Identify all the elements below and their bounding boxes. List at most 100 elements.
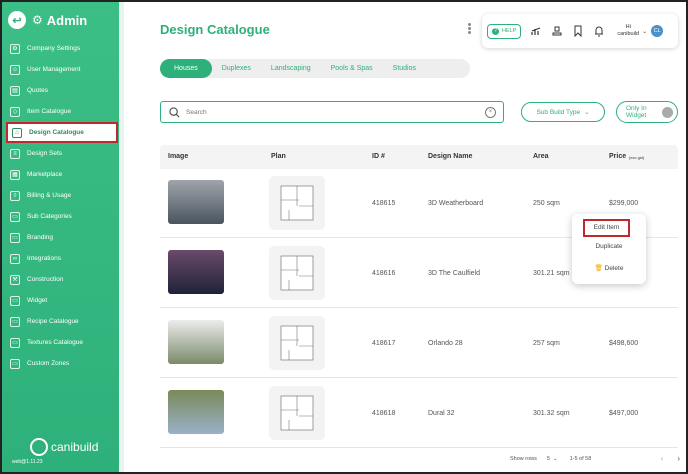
more-options-icon[interactable] — [466, 22, 472, 38]
sidebar-item-branding[interactable]: ▭ Branding — [2, 227, 122, 248]
tab-landscaping[interactable]: Landscaping — [261, 59, 321, 78]
sidebar-item-label: Integrations — [27, 255, 61, 262]
sidebar-item-label: Marketplace — [27, 171, 63, 178]
delete-button[interactable]: 🗑 Delete — [572, 264, 646, 272]
sidebar-item-integrations[interactable]: ∞ Integrations — [2, 248, 122, 269]
design-image[interactable] — [168, 250, 224, 294]
tab-houses[interactable]: Houses — [160, 59, 212, 78]
sidebar-item-user-management[interactable]: ☺ User Management — [2, 59, 122, 80]
floor-plan-image[interactable] — [269, 246, 325, 300]
floor-plan-image[interactable] — [269, 386, 325, 440]
floor-plan-image[interactable] — [269, 316, 325, 370]
users-icon: ☺ — [10, 64, 20, 75]
table-row[interactable]: 418618 Dural 32 301.32 sqm $497,000 — [160, 380, 678, 448]
folder-icon: ▭ — [10, 337, 20, 348]
tab-pools-spas[interactable]: Pools & Spas — [321, 59, 383, 78]
sidebar-item-recipe-catalogue[interactable]: ▭ Recipe Catalogue — [2, 311, 122, 332]
rows-per-page-select[interactable]: 5 — [547, 456, 550, 462]
row-context-menu: Edit Item Duplicate 🗑 Delete — [572, 214, 646, 284]
design-id: 418616 — [372, 270, 396, 277]
chevron-down-icon[interactable]: ⌄ — [553, 456, 558, 462]
design-image[interactable] — [168, 180, 224, 224]
sidebar-item-label: Company Settings — [27, 45, 81, 52]
search-input[interactable] — [186, 108, 476, 116]
sidebar-item-item-catalogue[interactable]: ◇ Item Catalogue — [2, 101, 122, 122]
design-area: 257 sqm — [533, 340, 560, 347]
sub-build-type-dropdown[interactable]: Sub Build Type ⌄ — [521, 102, 605, 122]
top-toolbar: ? HELP Hi canibuild ⌄ CL — [482, 14, 678, 48]
sidebar-item-construction[interactable]: ⚒ Construction — [2, 269, 122, 290]
sidebar-item-label: Item Catalogue — [27, 108, 72, 115]
sidebar-item-label: Custom Zones — [27, 360, 70, 367]
tab-duplexes[interactable]: Duplexes — [212, 59, 261, 78]
tab-studios[interactable]: Studios — [383, 59, 426, 78]
logo-text: canibuild — [51, 440, 99, 454]
house-icon: ⌂ — [12, 127, 22, 138]
search-box: × — [160, 101, 504, 123]
user-greeting: Hi — [625, 24, 631, 30]
clear-search-icon[interactable]: × — [485, 107, 496, 118]
sidebar-item-billing-usage[interactable]: ◊ Billing & Usage — [2, 185, 122, 206]
help-button[interactable]: ? HELP — [487, 23, 522, 39]
col-price: Price — [609, 153, 627, 160]
sidebar-item-sub-categories[interactable]: ▭ Sub Categories — [2, 206, 122, 227]
category-tabs: Houses Duplexes Landscaping Pools & Spas Stu… — [160, 59, 470, 78]
user-info[interactable]: Hi canibuild — [617, 24, 639, 38]
design-name: Orlando 28 — [428, 340, 463, 347]
sidebar-item-quotes[interactable]: ▤ Quotes — [2, 80, 122, 101]
chevron-down-icon: ⌄ — [584, 109, 590, 116]
col-design-name: Design Name — [428, 153, 473, 160]
bookmark-icon[interactable] — [572, 25, 584, 37]
only-in-widget-toggle[interactable]: Only In Widget — [616, 101, 678, 123]
avatar[interactable]: CL — [651, 25, 664, 37]
sidebar-item-label: Sub Categories — [27, 213, 72, 220]
design-id: 418615 — [372, 200, 396, 207]
version-label: web@1.11.23 — [12, 459, 43, 465]
col-area: Area — [533, 153, 549, 160]
back-icon[interactable]: ↩ — [8, 11, 26, 29]
col-plan: Plan — [271, 153, 286, 160]
bell-icon[interactable] — [593, 25, 605, 37]
floor-plan-image[interactable] — [269, 176, 325, 230]
help-label: HELP — [502, 28, 517, 34]
sidebar-item-company-settings[interactable]: ⚙ Company Settings — [2, 38, 122, 59]
chart-icon[interactable] — [530, 25, 542, 37]
sidebar-edge — [119, 2, 124, 472]
sidebar-item-label: Quotes — [27, 87, 48, 94]
sidebar-item-label: Design Sets — [27, 150, 63, 157]
sidebar-title: Admin — [46, 12, 88, 28]
sidebar-item-widget[interactable]: ▭ Widget — [2, 290, 122, 311]
table-header: Image Plan ID # Design Name Area Price (… — [160, 145, 678, 169]
sidebar: ↩ ⚙ Admin ⚙ Company Settings ☺ User Managem… — [2, 2, 122, 472]
sidebar-header: ↩ ⚙ Admin — [2, 2, 122, 38]
sidebar-item-label: Design Catalogue — [29, 129, 84, 136]
pagination: Show rows 5 ⌄ 1-5 of 58 ‹ › — [510, 454, 680, 463]
table-row[interactable]: 418617 Orlando 28 257 sqm $498,600 — [160, 310, 678, 378]
folder-icon: ▭ — [10, 211, 20, 222]
duplicate-button[interactable]: Duplicate — [572, 243, 646, 250]
sidebar-item-marketplace[interactable]: ▦ Marketplace — [2, 164, 122, 185]
folder-icon: ▭ — [10, 316, 20, 327]
design-area: 250 sqm — [533, 200, 560, 207]
search-icon — [169, 106, 180, 118]
store-icon: ▦ — [10, 169, 20, 180]
next-page-icon[interactable]: › — [677, 454, 680, 463]
design-name: 3D Weatherboard — [428, 200, 484, 207]
chevron-down-icon[interactable]: ⌄ — [642, 28, 647, 35]
design-image[interactable] — [168, 320, 224, 364]
sidebar-item-textures-catalogue[interactable]: ▭ Textures Catalogue — [2, 332, 122, 353]
sidebar-item-custom-zones[interactable]: ▭ Custom Zones — [2, 353, 122, 374]
edit-item-button[interactable]: Edit Item — [583, 219, 630, 237]
trash-icon: 🗑 — [594, 265, 603, 272]
design-image[interactable] — [168, 390, 224, 434]
sidebar-item-design-catalogue[interactable]: ⌂ Design Catalogue — [6, 122, 118, 143]
logo-icon — [30, 438, 48, 456]
design-price: $498,600 — [609, 340, 639, 347]
sidebar-item-design-sets[interactable]: ≡ Design Sets — [2, 143, 122, 164]
design-price: $299,000 — [609, 200, 639, 207]
gear-icon: ⚙ — [32, 13, 43, 27]
sub-build-type-label: Sub Build Type — [536, 108, 581, 116]
prev-page-icon[interactable]: ‹ — [661, 454, 664, 463]
layers-icon: ≡ — [10, 148, 20, 159]
stamp-icon[interactable] — [551, 25, 563, 37]
